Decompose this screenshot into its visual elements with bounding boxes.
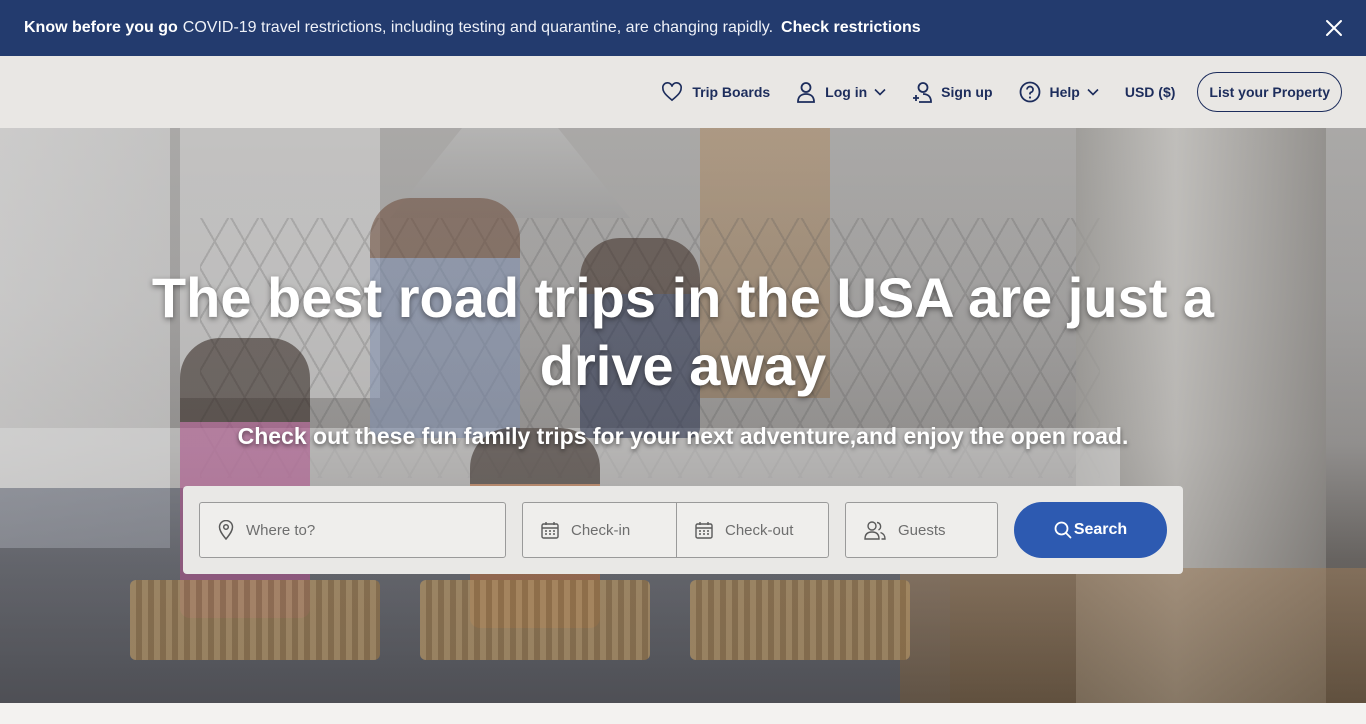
trip-boards-label: Trip Boards [692,84,771,100]
page-content-edge [0,703,1366,724]
hero-subheadline: Check out these fun family trips for you… [237,423,1129,449]
destination-input[interactable]: Where to? [199,502,506,558]
calendar-icon [695,522,713,539]
hero-image-stool [130,580,380,660]
search-button[interactable]: Search [1014,502,1167,558]
guests-input[interactable]: Guests [845,502,998,558]
check-in-input[interactable]: Check-in [522,502,677,558]
list-your-property-button[interactable]: List your Property [1197,72,1342,112]
destination-placeholder: Where to? [246,521,316,539]
site-header: Trip Boards Log in Sign up Help USD ($) … [0,56,1366,128]
chevron-down-icon [1087,88,1099,96]
hero-image-floor [900,568,1366,703]
search-button-label: Search [1073,521,1128,538]
currency-label: USD ($) [1124,84,1176,100]
log-in-menu[interactable]: Log in [796,81,886,103]
help-menu[interactable]: Help [1019,81,1099,103]
help-label: Help [1049,84,1080,100]
check-restrictions-link[interactable]: Check restrictions [781,19,921,37]
check-out-placeholder: Check-out [725,521,794,539]
close-banner-button[interactable] [1324,18,1344,38]
search-icon [1054,521,1072,539]
user-plus-icon [913,82,933,103]
guests-placeholder: Guests [898,521,946,539]
sign-up-link[interactable]: Sign up [912,81,993,103]
currency-selector[interactable]: USD ($) [1125,84,1176,100]
hero-image-stool [420,580,650,660]
log-in-label: Log in [825,84,868,100]
banner-message: COVID-19 travel restrictions, including … [182,19,774,36]
users-icon [864,521,886,540]
hero-section: The best road trips in the USA are just … [0,128,1366,703]
user-icon [797,82,816,103]
covid-banner: Know before you go COVID-19 travel restr… [0,0,1366,56]
check-out-input[interactable]: Check-out [676,502,829,558]
help-circle-icon [1019,81,1040,103]
check-in-placeholder: Check-in [571,521,631,539]
search-form: Where to? Check-in Check-out Guests Sear… [183,486,1183,574]
heart-icon [662,82,683,102]
map-pin-icon [218,520,234,540]
chevron-down-icon [874,88,886,96]
trip-boards-link[interactable]: Trip Boards [661,82,770,102]
close-icon [1326,20,1342,36]
hero-headline: The best road trips in the USA are just … [151,266,1215,397]
banner-title: Know before you go [24,19,178,36]
sign-up-label: Sign up [941,84,993,100]
hero-image-stool [690,580,910,660]
calendar-icon [541,522,559,539]
